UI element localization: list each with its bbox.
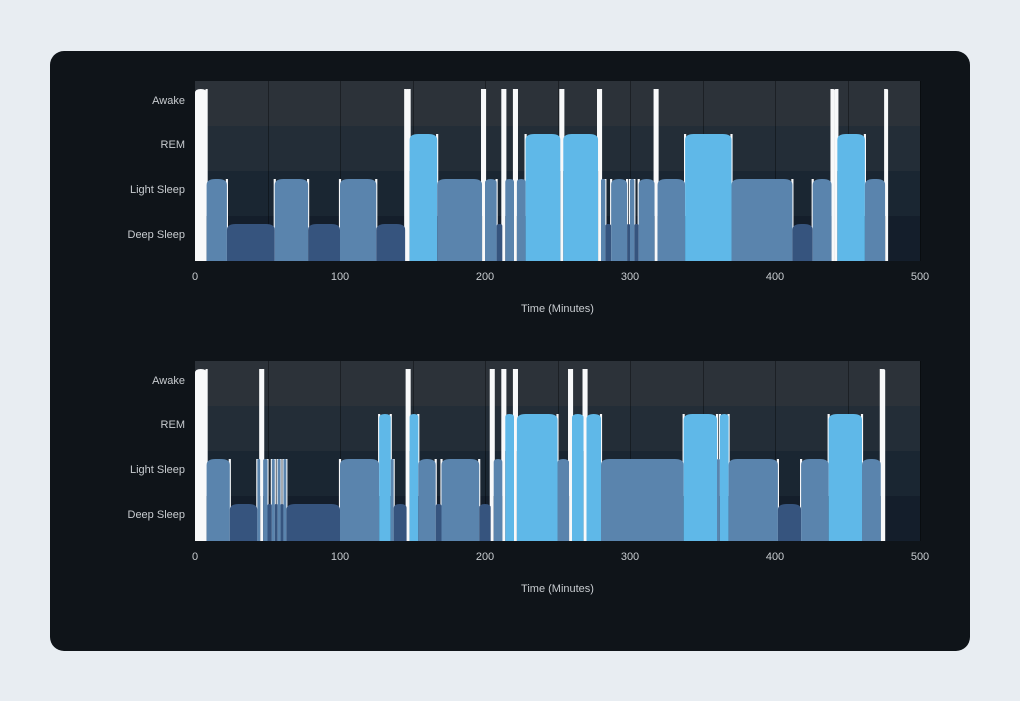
- x-tick: 200: [476, 551, 494, 563]
- x-tick: 400: [766, 551, 784, 563]
- y-label-awake: Awake: [90, 375, 185, 387]
- x-tick: 0: [192, 271, 198, 283]
- y-label-rem: REM: [90, 419, 185, 431]
- bars-svg: [195, 81, 920, 261]
- x-axis-1: 0100200300400500: [195, 551, 920, 571]
- y-label-rem: REM: [90, 139, 185, 151]
- x-tick: 300: [621, 551, 639, 563]
- plot-area-1: [195, 361, 920, 541]
- x-tick: 500: [911, 271, 929, 283]
- x-tick: 500: [911, 551, 929, 563]
- x-axis-title: Time (Minutes): [195, 303, 920, 315]
- x-tick: 100: [331, 551, 349, 563]
- chart-panel: Awake REM Light Sleep Deep Sleep 0 100 200…: [50, 51, 970, 651]
- y-label-awake: Awake: [90, 95, 185, 107]
- x-tick: 300: [621, 271, 639, 283]
- x-axis-0: 0100200300400500: [195, 271, 920, 291]
- y-label-deep: Deep Sleep: [90, 509, 185, 521]
- bars-svg: [195, 361, 920, 541]
- x-tick: 100: [331, 271, 349, 283]
- y-label-deep: Deep Sleep: [90, 229, 185, 241]
- hypnogram-chart-1: Awake REM Light Sleep Deep Sleep 0 100 200…: [90, 361, 930, 621]
- x-tick: 0: [192, 551, 198, 563]
- x-tick: 200: [476, 271, 494, 283]
- x-tick: 400: [766, 271, 784, 283]
- y-label-light: Light Sleep: [90, 184, 185, 196]
- x-axis-title: Time (Minutes): [195, 583, 920, 595]
- plot-area-0: [195, 81, 920, 261]
- y-label-light: Light Sleep: [90, 464, 185, 476]
- hypnogram-chart-0: Awake REM Light Sleep Deep Sleep 0 100 200…: [90, 81, 930, 341]
